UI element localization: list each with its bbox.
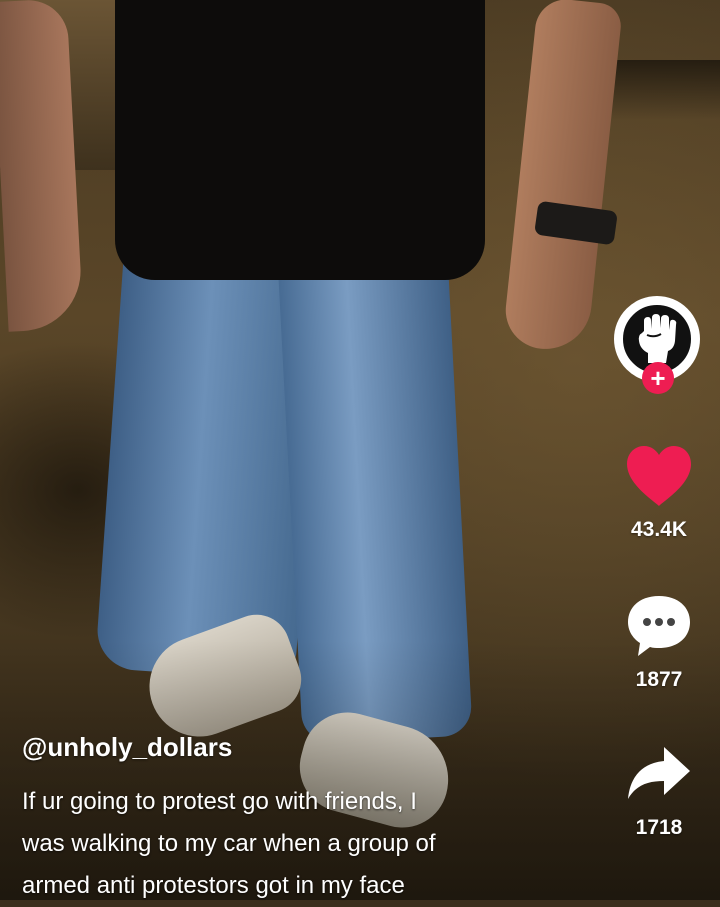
comment-bubble-icon [616,590,702,662]
heart-icon [616,440,702,512]
like-count: 43.4K [630,518,688,541]
like-button[interactable]: 43.4K [616,440,702,542]
caption-line: If ur going to protest go with friends, … [22,788,417,815]
caption-line: armed anti protestors got in my face [22,872,405,899]
follow-button[interactable]: + [642,362,674,394]
share-button[interactable]: 1718 [616,738,702,840]
video-caption: @unholy_dollars If ur going to protest g… [22,732,582,907]
author-avatar-group: + [614,296,706,406]
video-person-shirt [115,0,485,280]
author-username[interactable]: @unholy_dollars [22,732,582,763]
comment-button[interactable]: 1877 [616,590,702,692]
share-arrow-icon [616,738,702,810]
caption-line: was walking to my car when a group of [22,830,436,857]
comment-count: 1877 [635,668,683,691]
video-person-right-arm [501,0,624,354]
share-count: 1718 [635,816,683,839]
